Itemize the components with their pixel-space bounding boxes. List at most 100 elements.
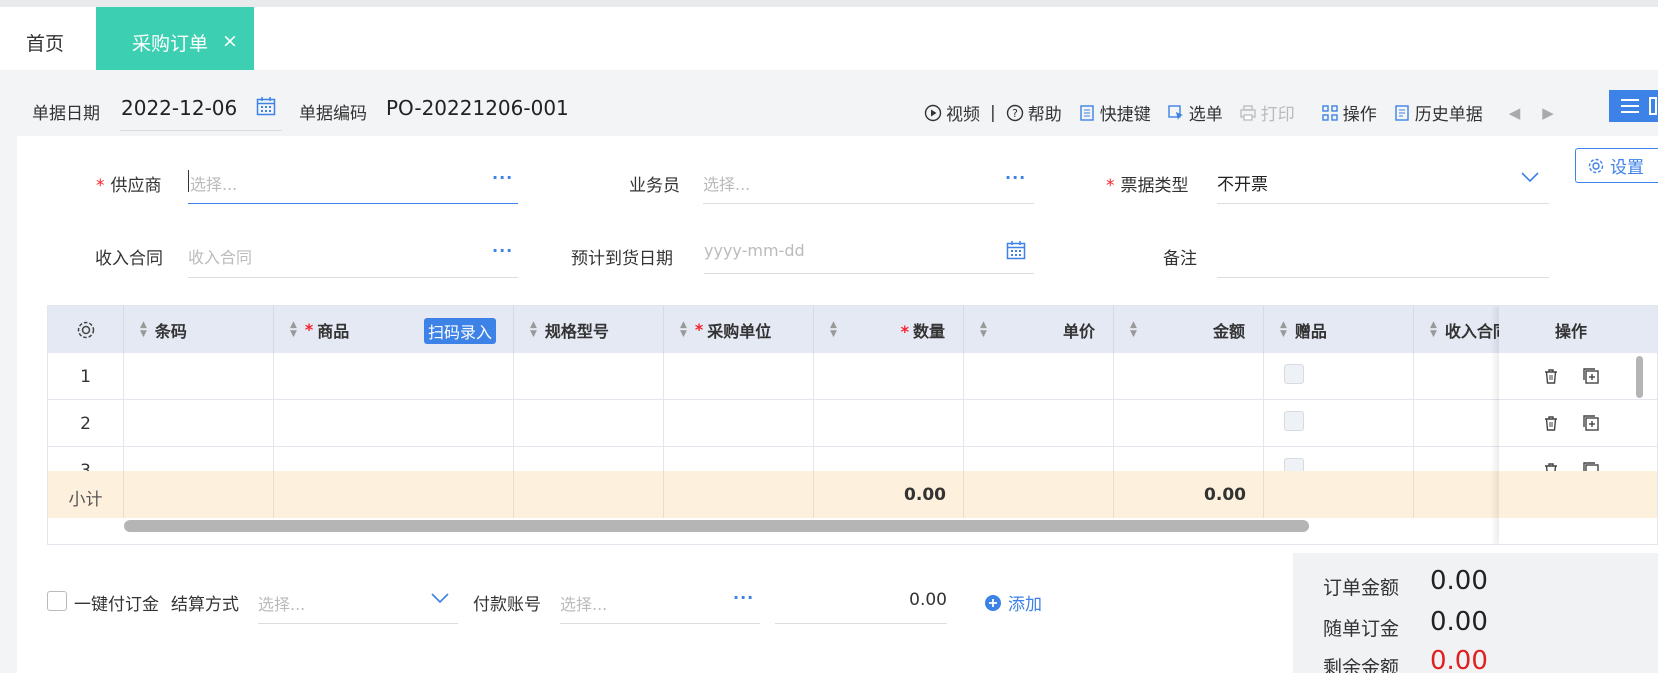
summary-panel: 订单金额 0.00 随单订金 0.00 剩余金额 0.00 [1293, 553, 1658, 673]
gift-checkbox[interactable] [1284, 364, 1304, 384]
vertical-scrollbar[interactable] [1636, 356, 1643, 398]
remark-label: 备注 [1163, 249, 1197, 269]
supplier-label-text: 供应商 [110, 176, 162, 196]
deposit-checkbox[interactable] [47, 591, 67, 611]
contract-more-icon[interactable]: ··· [492, 241, 513, 260]
grid-icon [1322, 104, 1338, 121]
settle-label: 结算方式 [171, 595, 239, 615]
toolbar: 单据日期 2022-12-06 单据编码 PO-20221206-001 视频 … [0, 70, 1658, 136]
column-amount[interactable]: ▲ ▼ 金额 [1114, 306, 1264, 353]
sort-icon[interactable]: ▲ ▼ [680, 320, 687, 339]
contract-underline [188, 277, 518, 278]
tab-purchase-order[interactable]: 采购订单 × [96, 7, 254, 73]
column-unit[interactable]: ▲ ▼ * 采购单位 [664, 306, 814, 353]
document-icon [1395, 104, 1409, 121]
sort-icon[interactable]: ▲ ▼ [1430, 320, 1437, 339]
help-label: 帮助 [1027, 105, 1062, 125]
salesman-more-icon[interactable]: ··· [1005, 168, 1026, 187]
print-label: 打印 [1260, 105, 1295, 125]
history-label: 历史单据 [1414, 105, 1483, 125]
add-payment-button[interactable]: 添加 [984, 590, 1042, 615]
operate-button[interactable]: 操作 [1321, 100, 1377, 125]
shortcuts-label: 快捷键 [1099, 105, 1151, 125]
subtotal-row: 小计 0.00 0.00 [48, 471, 1657, 518]
operations-column: 操作 [1499, 306, 1657, 544]
ops-subtotal-cell [1499, 471, 1657, 518]
gear-icon[interactable] [76, 320, 96, 340]
copy-add-icon[interactable] [1582, 367, 1600, 385]
shortcuts-button[interactable]: 快捷键 [1078, 100, 1151, 125]
close-icon[interactable]: × [222, 30, 238, 52]
video-label: 视频 [946, 105, 980, 125]
payment-amount-underline [775, 623, 947, 624]
plus-circle-icon [985, 594, 1001, 611]
column-barcode-label: 条码 [154, 321, 187, 341]
settle-select[interactable]: 选择... [258, 591, 305, 615]
select-cursor-icon [1168, 104, 1183, 120]
operate-label: 操作 [1342, 105, 1377, 125]
tab-home[interactable]: 首页 [26, 29, 64, 56]
settings-label: 设置 [1610, 158, 1644, 178]
column-barcode[interactable]: ▲ ▼ 条码 [124, 306, 274, 353]
trash-icon[interactable] [1542, 367, 1560, 385]
date-field[interactable]: 2022-12-06 [121, 96, 237, 120]
settings-button[interactable]: 设置 [1575, 148, 1658, 183]
select-doc-label: 选单 [1188, 105, 1223, 125]
help-button[interactable]: ? 帮助 [1006, 100, 1062, 125]
print-button[interactable]: 打印 [1239, 100, 1295, 125]
copy-add-icon[interactable] [1582, 414, 1600, 432]
column-price[interactable]: ▲ ▼ 单价 [964, 306, 1114, 353]
sort-icon[interactable]: ▲ ▼ [140, 320, 147, 339]
next-arrow-icon[interactable]: ▶ [1542, 104, 1554, 122]
table-row[interactable]: 1 [48, 353, 1657, 400]
supplier-more-icon[interactable]: ··· [492, 168, 513, 187]
calendar-icon[interactable] [256, 96, 276, 116]
gift-checkbox[interactable] [1284, 411, 1304, 431]
trash-icon[interactable] [1542, 414, 1560, 432]
tab-purchase-order-label: 采购订单 [132, 33, 209, 55]
account-underline [560, 623, 760, 624]
scan-entry-button[interactable]: 扫码录入 [424, 318, 497, 344]
payment-amount-input[interactable]: 0.00 [775, 590, 947, 610]
deposit-label: 一键付订金 [74, 595, 159, 615]
sort-icon[interactable]: ▲ ▼ [530, 320, 537, 339]
column-spec[interactable]: ▲ ▼ 规格型号 [514, 306, 664, 353]
sort-icon[interactable]: ▲ ▼ [980, 320, 987, 339]
sort-icon[interactable]: ▲ ▼ [290, 320, 297, 339]
sort-icon[interactable]: ▲ ▼ [830, 320, 837, 339]
remark-input[interactable] [1217, 277, 1549, 278]
arrival-date-input[interactable]: yyyy-mm-dd [704, 241, 805, 260]
account-more-icon[interactable]: ··· [733, 588, 754, 607]
video-button[interactable]: 视频 [924, 100, 980, 125]
salesman-label: 业务员 [629, 176, 680, 196]
contract-input[interactable]: 收入合同 [188, 244, 252, 268]
toolbar-actions: 视频 | ? 帮助 快捷键 选单 打印 操作 历史单据 ◀ ▶ [924, 100, 1554, 125]
contract-label: 收入合同 [95, 249, 163, 269]
sort-icon[interactable]: ▲ ▼ [1130, 320, 1137, 339]
account-select[interactable]: 选择... [560, 591, 607, 615]
supplier-label: * 供应商 [96, 171, 162, 196]
required-mark: * [1106, 176, 1115, 196]
invoice-type-label: * 票据类型 [1106, 171, 1189, 196]
tab-bar: 首页 采购订单 × [0, 7, 1658, 73]
calendar-icon[interactable] [1006, 240, 1026, 260]
salesman-input[interactable]: 选择... [703, 171, 750, 195]
chevron-down-icon[interactable] [1520, 170, 1540, 184]
sort-icon[interactable]: ▲ ▼ [1280, 320, 1287, 339]
column-gift[interactable]: ▲ ▼ 赠品 [1264, 306, 1414, 353]
prev-arrow-icon[interactable]: ◀ [1509, 104, 1521, 122]
column-product[interactable]: ▲ ▼ * 商品 扫码录入 [274, 306, 514, 353]
text-cursor [188, 170, 189, 192]
order-grid: ▲ ▼ 条码 ▲ ▼ * 商品 扫码录入 ▲ ▼ 规格型号 ▲ ▼ * 采购单位 ▲ ▼ * 数量 ▲ ▼ 单… [47, 305, 1658, 545]
supplier-input[interactable]: 选择... [190, 171, 237, 195]
chevron-down-icon[interactable] [430, 591, 450, 605]
subtotal-qty: 0.00 [904, 485, 946, 505]
horizontal-scrollbar[interactable] [124, 520, 1309, 532]
column-qty[interactable]: ▲ ▼ * 数量 [814, 306, 964, 353]
list-view-button[interactable] [1609, 90, 1658, 122]
history-button[interactable]: 历史单据 [1393, 100, 1483, 125]
column-settings[interactable] [48, 306, 124, 353]
invoice-type-select[interactable]: 不开票 [1217, 170, 1268, 195]
table-row[interactable]: 2 [48, 400, 1657, 447]
select-doc-button[interactable]: 选单 [1167, 100, 1223, 125]
